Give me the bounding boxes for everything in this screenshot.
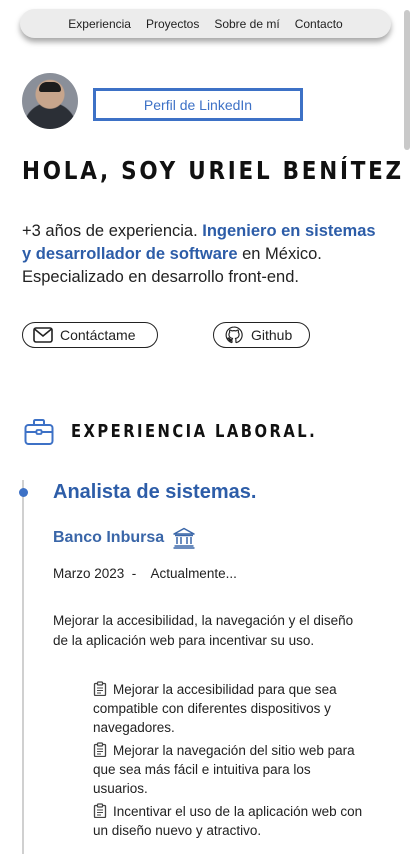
list-item: Mejorar la accesibilidad para que sea co… <box>93 680 368 737</box>
bank-icon <box>173 527 195 549</box>
timeline-dot <box>19 488 28 497</box>
job-dates: Marzo 2023 - Actualmente... <box>53 566 237 581</box>
list-item: Mejorar la navegación del sitio web para… <box>93 741 368 798</box>
mail-icon <box>33 327 53 343</box>
bullet-text: Incentivar el uso de la aplicación web c… <box>93 804 363 838</box>
briefcase-icon <box>24 419 54 445</box>
github-button-label: Github <box>251 327 293 343</box>
nav-link-contacto[interactable]: Contacto <box>295 17 343 31</box>
company-name: Banco Inbursa <box>53 529 165 546</box>
contact-button-label: Contáctame <box>60 327 136 343</box>
section-title-experience: EXPERIENCIA LABORAL. <box>71 421 318 442</box>
page: Experiencia Proyectos Sobre de mí Contac… <box>0 0 412 854</box>
github-button[interactable]: Github <box>213 322 310 348</box>
nav-link-sobre-de-mi[interactable]: Sobre de mí <box>214 17 279 31</box>
job-title: Analista de sistemas. <box>53 481 257 503</box>
clipboard-icon <box>93 803 107 818</box>
clipboard-icon <box>93 742 107 757</box>
list-item: Incentivar el uso de la aplicación web c… <box>93 802 368 840</box>
bullet-text: Mejorar la accesibilidad para que sea co… <box>93 682 337 735</box>
page-title: HOLA, SOY URIEL BENÍTEZ <box>22 156 404 185</box>
top-nav: Experiencia Proyectos Sobre de mí Contac… <box>20 9 391 38</box>
contact-button[interactable]: Contáctame <box>22 322 158 348</box>
intro-prefix: +3 años de experiencia. <box>22 222 203 240</box>
job-bullets: Mejorar la accesibilidad para que sea co… <box>93 680 368 844</box>
timeline-line <box>22 480 24 854</box>
job-description: Mejorar la accesibilidad, la navegación … <box>53 613 354 648</box>
scrollbar-thumb[interactable] <box>404 10 410 150</box>
clipboard-icon <box>93 681 107 696</box>
company: Banco Inbursa <box>53 527 196 549</box>
bullet-text: Mejorar la navegación del sitio web para… <box>93 743 355 796</box>
nav-link-experiencia[interactable]: Experiencia <box>68 17 131 31</box>
avatar-hair <box>39 82 61 92</box>
linkedin-profile-button[interactable]: Perfil de LinkedIn <box>93 88 303 121</box>
avatar <box>22 73 78 129</box>
github-icon <box>225 326 243 344</box>
nav-link-proyectos[interactable]: Proyectos <box>146 17 199 31</box>
intro-text: +3 años de experiencia. Ingeniero en sis… <box>22 220 388 289</box>
